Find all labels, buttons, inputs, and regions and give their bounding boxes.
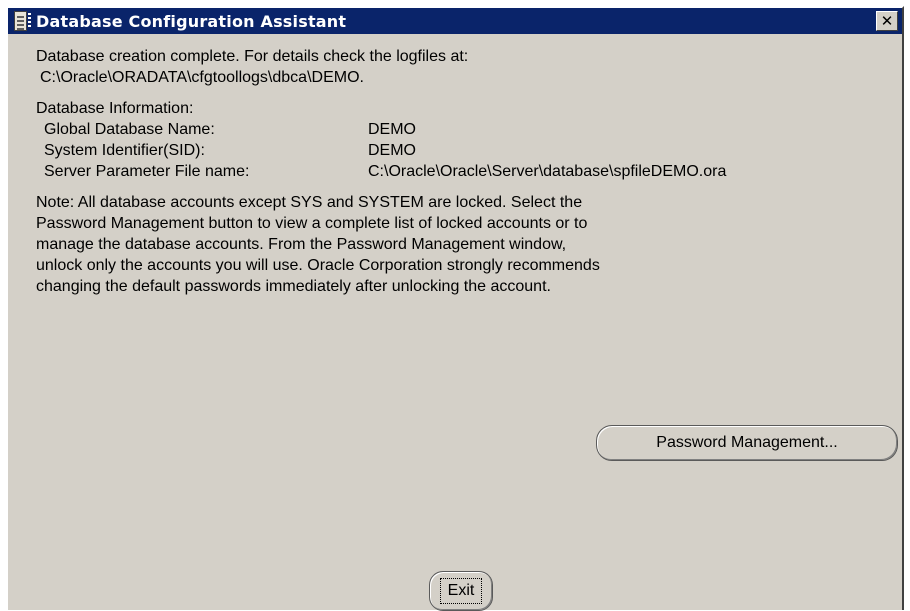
title-bar[interactable]: Database Configuration Assistant ✕ [8,8,902,34]
note-line: changing the default passwords immediate… [36,278,551,295]
dbca-window: Database Configuration Assistant ✕ Datab… [6,6,904,611]
info-label: Server Parameter File name: [44,163,250,180]
info-row-global-name: Global Database Name: DEMO [36,119,896,140]
completion-text: Database creation complete. For details … [36,48,469,65]
note-line: manage the database accounts. From the P… [36,236,567,253]
database-icon [14,11,31,31]
note-line: Note: All database accounts except SYS a… [36,194,583,211]
completion-message: Database creation complete. For details … [36,46,896,88]
note-line: unlock only the accounts you will use. O… [36,257,600,274]
database-information: Database Information: Global Database Na… [36,98,896,182]
info-value: DEMO [368,142,416,159]
dialog-content: Database creation complete. For details … [36,46,896,307]
window-title: Database Configuration Assistant [36,11,347,31]
note-line: Password Management button to view a com… [36,215,588,232]
password-management-button[interactable]: Password Management... [596,425,898,461]
info-value: DEMO [368,121,416,138]
close-button[interactable]: ✕ [876,11,898,31]
note-message: Note: All database accounts except SYS a… [36,192,896,297]
exit-button-label: Exit [439,578,483,604]
info-row-sid: System Identifier(SID): DEMO [36,140,896,161]
info-value: C:\Oracle\Oracle\Server\database\spfileD… [368,163,727,180]
logfile-path: C:\Oracle\ORADATA\cfgtoollogs\dbca\DEMO. [40,69,364,86]
info-row-spfile: Server Parameter File name: C:\Oracle\Or… [36,161,896,182]
exit-button[interactable]: Exit [429,571,493,611]
close-icon: ✕ [880,11,894,30]
info-label: System Identifier(SID): [44,142,205,159]
info-label: Global Database Name: [44,121,215,138]
info-heading: Database Information: [36,100,194,117]
